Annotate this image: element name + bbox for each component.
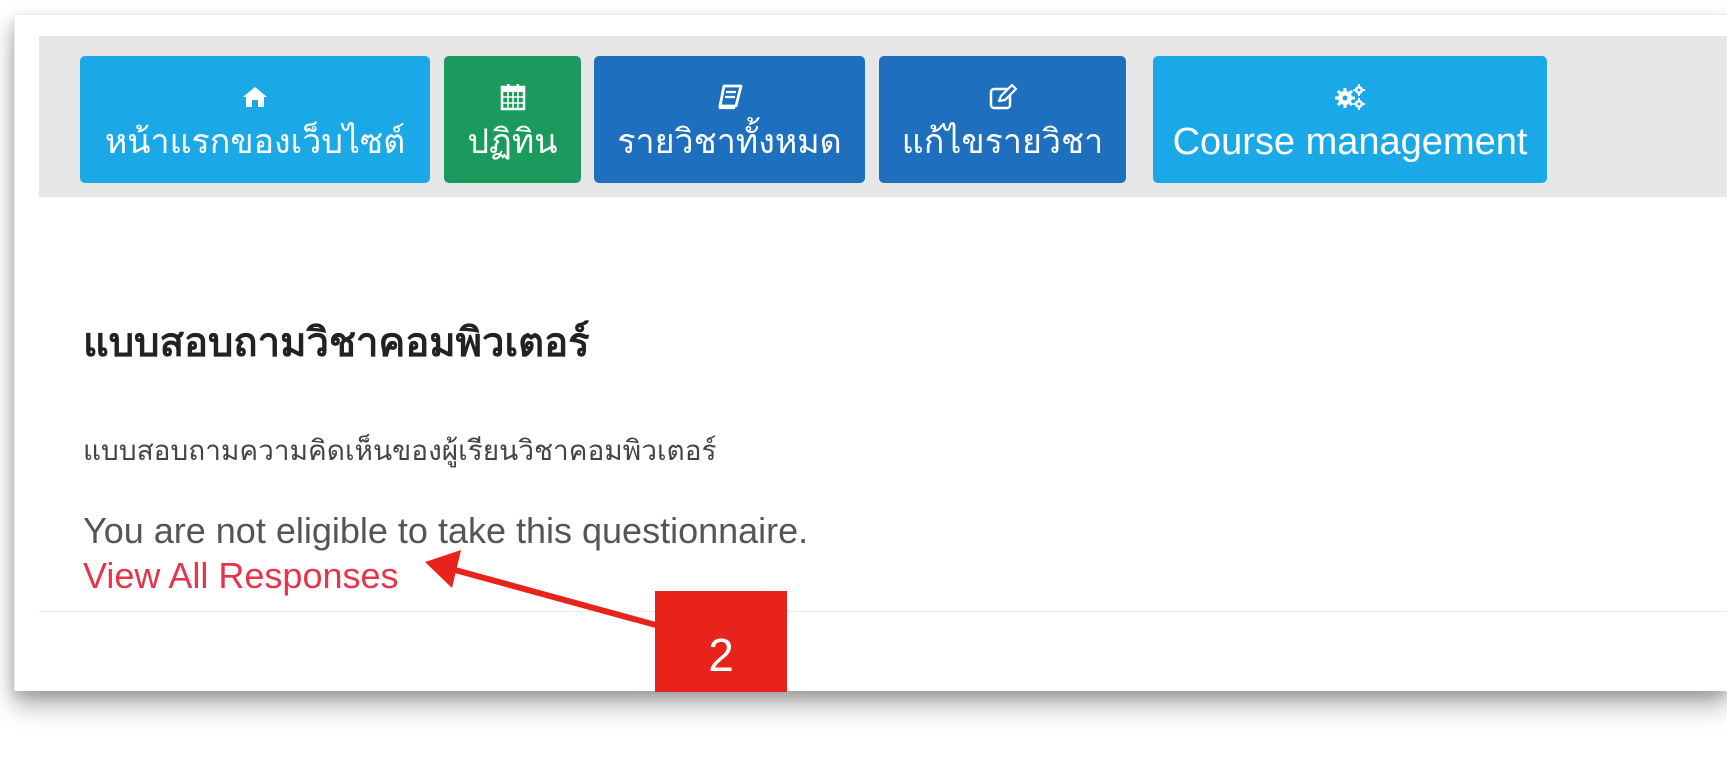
- edit-icon: [989, 80, 1017, 114]
- nav-button-all-courses[interactable]: รายวิชาทั้งหมด: [594, 56, 865, 183]
- page-frame: หน้าแรกของเว็บไซต์ ปฏิทิน รายวิชาทั้งหมด…: [14, 14, 1727, 691]
- nav-button-course-management-label: Course management: [1172, 120, 1528, 163]
- nav-button-calendar-label: ปฏิทิน: [467, 121, 558, 162]
- questionnaire-title: แบบสอบถามวิชาคอมพิวเตอร์: [83, 320, 590, 366]
- gears-icon: [1333, 80, 1367, 114]
- questionnaire-content: แบบสอบถามวิชาคอมพิวเตอร์ แบบสอบถามความคิ…: [83, 315, 1583, 596]
- eligibility-notice: You are not eligible to take this questi…: [83, 510, 809, 551]
- annotation-badge: 2: [655, 591, 787, 692]
- home-icon: [242, 80, 268, 114]
- nav-button-calendar[interactable]: ปฏิทิน: [444, 56, 581, 183]
- questionnaire-description: แบบสอบถามความคิดเห็นของผู้เรียนวิชาคอมพิ…: [83, 434, 717, 467]
- nav-button-edit-course-label: แก้ไขรายวิชา: [901, 121, 1104, 162]
- view-all-responses-link[interactable]: View All Responses: [83, 555, 399, 597]
- content-divider: [39, 611, 1727, 612]
- calendar-icon: [500, 80, 526, 114]
- nav-button-all-courses-label: รายวิชาทั้งหมด: [617, 121, 842, 162]
- book-icon: [717, 80, 743, 114]
- nav-button-course-management[interactable]: Course management: [1153, 56, 1547, 183]
- nav-button-edit-course[interactable]: แก้ไขรายวิชา: [879, 56, 1126, 183]
- top-navigation-bar: หน้าแรกของเว็บไซต์ ปฏิทิน รายวิชาทั้งหมด…: [39, 36, 1727, 197]
- nav-button-home[interactable]: หน้าแรกของเว็บไซต์: [80, 56, 430, 183]
- nav-button-home-label: หน้าแรกของเว็บไซต์: [104, 121, 406, 162]
